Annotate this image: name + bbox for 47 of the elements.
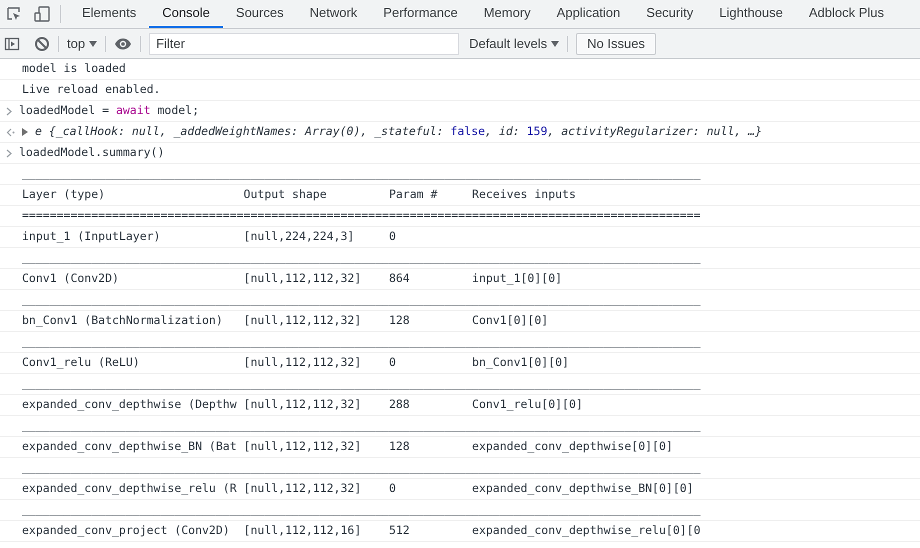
levels-dropdown[interactable]: Default levels — [469, 34, 560, 54]
panel-tab[interactable]: Application — [544, 0, 634, 28]
console-log-line: Live reload enabled. — [22, 81, 160, 98]
chevron-icon — [6, 148, 12, 158]
panel-tab[interactable]: Performance — [370, 0, 471, 28]
issues-button[interactable]: No Issues — [576, 32, 656, 54]
console-log-line: __________________________________________________________________________________________________ — [22, 501, 701, 518]
sidebar-toggle-icon[interactable] — [4, 36, 20, 52]
panel-tab[interactable]: Sources — [222, 0, 297, 28]
caret-icon — [89, 40, 98, 46]
panel-tab[interactable]: Network — [296, 0, 370, 28]
console-log-line: __________________________________________________________________________________________________ — [22, 333, 701, 350]
expand-triangle-icon[interactable] — [22, 128, 28, 136]
console-log-line: expanded_conv_depthwise_BN (Bat [null,112,112,32] 128 expanded_conv_depthwise[0][0] — [22, 438, 673, 456]
console-log-line: expanded_conv_depthwise_relu (R [null,112,112,32] 0 expanded_conv_depthwise_BN[0][0] — [22, 480, 694, 498]
console-log-line: __________________________________________________________________________________________________ — [22, 375, 701, 392]
console-log-line: bn_Conv1 (BatchNormalization) [null,112,112,32] 128 Conv1[0][0] — [22, 312, 548, 330]
console-log-line: __________________________________________________________________________________________________ — [22, 459, 701, 476]
console-log-line: __________________________________________________________________________________________________ — [22, 417, 701, 434]
context-dropdown[interactable]: top — [67, 34, 98, 54]
console-log-line: input_1 (InputLayer) [null,224,224,3] 0 — [22, 228, 396, 246]
caret-icon — [551, 40, 560, 46]
panel-tab[interactable]: Security — [633, 0, 706, 28]
clear-icon[interactable] — [34, 36, 50, 52]
console-log-line: __________________________________________________________________________________________________ — [22, 165, 701, 182]
console-log-line: Conv1_relu (ReLU) [null,112,112,32] 0 bn_Conv1[0][0] — [22, 354, 569, 372]
console-log-line: __________________________________________________________________________________________________ — [22, 249, 701, 266]
panel-tab[interactable]: Adblock Plus — [796, 0, 898, 28]
chevron-icon — [6, 106, 12, 116]
console-command: loadedModel = await model; — [19, 102, 200, 120]
console-log-line: __________________________________________________________________________________________________ — [22, 291, 701, 308]
device-icon[interactable] — [34, 6, 50, 22]
console-log-line: Layer (type) Output shape Param # Receives inputs — [22, 186, 576, 204]
filter-field[interactable]: Filter — [149, 32, 460, 54]
panel-tab[interactable]: Lighthouse — [706, 0, 796, 28]
inspect-cursor-icon[interactable] — [6, 6, 22, 22]
console-log-line: expanded_conv_project (Conv2D) [null,112,112,16] 512 expanded_conv_depthwise_relu[0][0 — [22, 522, 701, 540]
console-log-line: ================================================================================================== — [22, 207, 701, 224]
panel-tab[interactable]: Memory — [470, 0, 544, 28]
console-log-line: expanded_conv_depthwise (Depthw [null,112,112,32] 288 Conv1_relu[0][0] — [22, 396, 583, 414]
console-result: e {_callHook: null, _addedWeightNames: Array(0), _stateful: false, id: 159, activityRegularizer: null, …} — [35, 123, 762, 140]
return-arrow-icon — [6, 128, 15, 136]
eye-icon[interactable] — [114, 36, 132, 50]
console-command: loadedModel.summary() — [19, 144, 164, 162]
console-log-line: model is loaded — [22, 60, 126, 78]
console-log-line: Conv1 (Conv2D) [null,112,112,32] 864 input_1[0][0] — [22, 270, 562, 288]
panel-tab[interactable]: Elements — [69, 0, 150, 28]
